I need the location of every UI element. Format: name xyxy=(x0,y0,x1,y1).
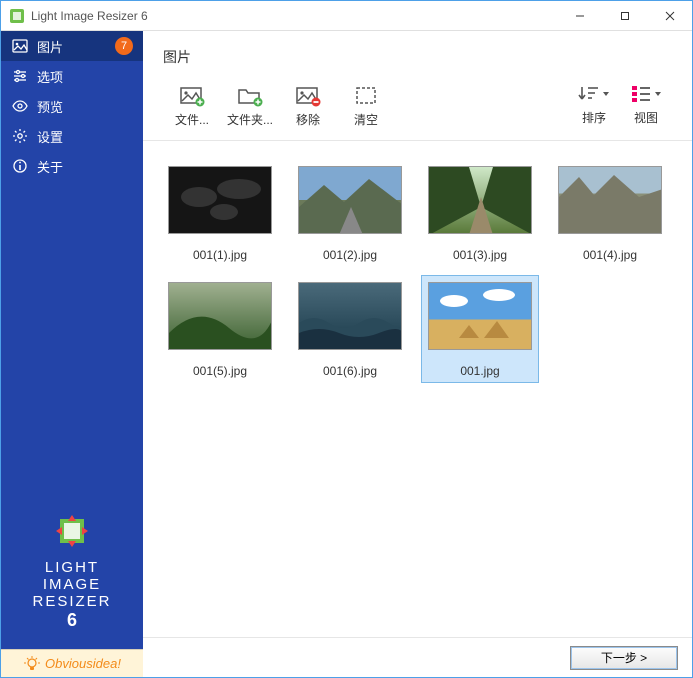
brand-line3: RESIZER xyxy=(1,593,143,610)
maximize-button[interactable] xyxy=(602,1,647,31)
clear-label: 清空 xyxy=(354,111,378,128)
thumbnail-filename: 001(3).jpg xyxy=(453,248,507,262)
sidebar-item-options[interactable]: 选项 xyxy=(1,61,143,91)
remove-icon xyxy=(295,83,321,109)
close-button[interactable] xyxy=(647,1,692,31)
thumbnail-item[interactable]: 001.jpg xyxy=(421,275,539,383)
view-dropdown[interactable]: 视图 xyxy=(620,81,672,126)
thumbnail-image xyxy=(298,282,402,350)
page-title: 图片 xyxy=(143,31,692,81)
add-folder-label: 文件夹... xyxy=(227,111,273,128)
thumbnail-image xyxy=(168,166,272,234)
thumbnail-image xyxy=(298,166,402,234)
product-logo-icon xyxy=(50,509,94,553)
sort-icon xyxy=(578,81,610,107)
add-folder-icon xyxy=(237,83,263,109)
thumbnail-item[interactable]: 001(1).jpg xyxy=(161,159,279,267)
thumbnail-filename: 001.jpg xyxy=(460,364,499,378)
button-bar: 下一步 > xyxy=(143,637,692,677)
thumbnail-filename: 001(6).jpg xyxy=(323,364,377,378)
product-logo: LIGHT IMAGE RESIZER 6 xyxy=(1,501,143,649)
sort-dropdown[interactable]: 排序 xyxy=(568,81,620,126)
thumbnail-image xyxy=(428,166,532,234)
image-count-badge: 7 xyxy=(115,37,133,55)
image-icon xyxy=(11,38,29,54)
thumbnail-item[interactable]: 001(5).jpg xyxy=(161,275,279,383)
brand-version: 6 xyxy=(1,610,143,631)
thumbnail-grid: 001(1).jpg 001(2).jpg 001(3).jpg 001(4).jpg… xyxy=(143,141,692,637)
brand-line2: IMAGE xyxy=(1,576,143,593)
titlebar: Light Image Resizer 6 xyxy=(1,1,692,31)
lightbulb-icon xyxy=(23,655,41,673)
thumbnail-filename: 001(2).jpg xyxy=(323,248,377,262)
sidebar-item-label: 关于 xyxy=(37,157,63,176)
thumbnail-item[interactable]: 001(4).jpg xyxy=(551,159,669,267)
sliders-icon xyxy=(11,68,29,84)
view-icon xyxy=(630,81,662,107)
thumbnail-image xyxy=(558,166,662,234)
thumbnail-image xyxy=(428,282,532,350)
add-folder-button[interactable]: 文件夹... xyxy=(221,81,279,130)
minimize-button[interactable] xyxy=(557,1,602,31)
add-file-button[interactable]: 文件... xyxy=(163,81,221,130)
app-icon xyxy=(9,8,25,24)
footer-brand-text: Obviousidea! xyxy=(45,656,121,671)
toolbar: 文件... 文件夹... 移除 清空 排序 视图 xyxy=(143,81,692,141)
footer-brand[interactable]: Obviousidea! xyxy=(1,649,143,677)
remove-label: 移除 xyxy=(296,111,320,128)
info-icon xyxy=(11,158,29,174)
sidebar-item-label: 设置 xyxy=(37,127,63,146)
thumbnail-item[interactable]: 001(3).jpg xyxy=(421,159,539,267)
brand-line1: LIGHT xyxy=(1,559,143,576)
add-file-label: 文件... xyxy=(175,111,209,128)
sidebar: 图片 7 选项 预览 设置 关于 xyxy=(1,31,143,677)
sidebar-item-label: 图片 xyxy=(37,37,63,56)
thumbnail-filename: 001(4).jpg xyxy=(583,248,637,262)
sidebar-item-preview[interactable]: 预览 xyxy=(1,91,143,121)
sidebar-item-about[interactable]: 关于 xyxy=(1,151,143,181)
clear-icon xyxy=(354,83,378,109)
gear-icon xyxy=(11,128,29,144)
add-file-icon xyxy=(179,83,205,109)
thumbnail-image xyxy=(168,282,272,350)
clear-button[interactable]: 清空 xyxy=(337,81,395,130)
view-label: 视图 xyxy=(634,109,658,126)
sidebar-item-images[interactable]: 图片 7 xyxy=(1,31,143,61)
content: 图片 文件... 文件夹... 移除 清空 排序 xyxy=(143,31,692,677)
remove-button[interactable]: 移除 xyxy=(279,81,337,130)
next-button-label: 下一步 > xyxy=(601,649,647,666)
sidebar-item-settings[interactable]: 设置 xyxy=(1,121,143,151)
window-title: Light Image Resizer 6 xyxy=(31,9,557,23)
sort-label: 排序 xyxy=(582,109,606,126)
thumbnail-item[interactable]: 001(2).jpg xyxy=(291,159,409,267)
next-button[interactable]: 下一步 > xyxy=(570,646,678,670)
thumbnail-item[interactable]: 001(6).jpg xyxy=(291,275,409,383)
thumbnail-filename: 001(1).jpg xyxy=(193,248,247,262)
thumbnail-filename: 001(5).jpg xyxy=(193,364,247,378)
sidebar-item-label: 预览 xyxy=(37,97,63,116)
sidebar-item-label: 选项 xyxy=(37,67,63,86)
eye-icon xyxy=(11,98,29,114)
